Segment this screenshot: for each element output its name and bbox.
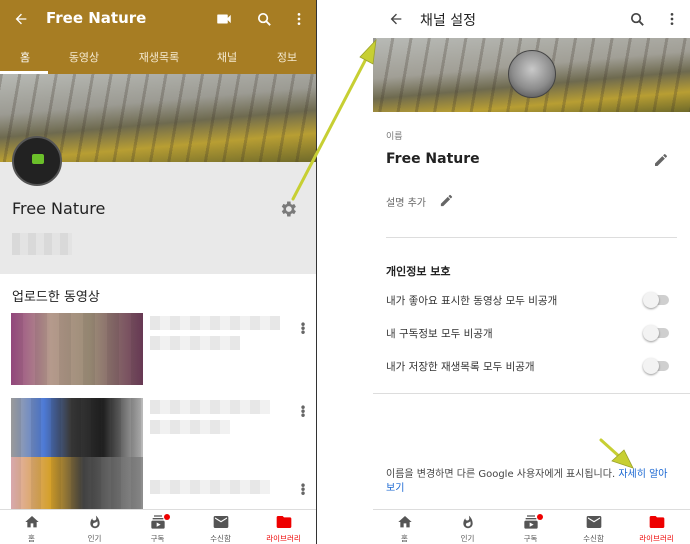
- privacy-heading: 개인정보 보호: [386, 265, 451, 278]
- edit-name-pencil-icon[interactable]: [649, 148, 673, 172]
- fire-icon: [436, 513, 499, 531]
- home-icon: [0, 513, 63, 531]
- new-content-badge: [537, 514, 543, 520]
- section-divider: [386, 237, 677, 238]
- blurred-video-title: [150, 316, 280, 330]
- tab-about[interactable]: 정보: [270, 49, 304, 65]
- nav-inbox[interactable]: 수신함: [562, 513, 625, 544]
- blurred-video-title: [150, 480, 270, 494]
- name-change-notice: 이름을 변경하면 다른 Google 사용자에게 표시됩니다. 자세히 알아보기: [386, 469, 668, 494]
- settings-app-bar: 채널 설정: [373, 0, 690, 38]
- video-menu-icon[interactable]: • • •: [298, 402, 308, 422]
- channel-avatar[interactable]: [508, 50, 556, 98]
- section-title: 업로드한 동영상: [12, 290, 100, 305]
- description-label[interactable]: 설명 추가: [386, 194, 426, 209]
- fire-icon: [63, 513, 126, 531]
- nav-trending[interactable]: 인기: [436, 513, 499, 544]
- left-screen: Free Nature 홈 동영상 재생목록 채널 정보 Free Nature…: [0, 0, 317, 544]
- privacy-row-liked-videos: 내가 좋아요 표시한 동영상 모두 비공개: [386, 295, 558, 307]
- subscriptions-icon: [499, 513, 562, 531]
- folder-icon: [252, 513, 315, 531]
- gear-icon[interactable]: [276, 197, 300, 221]
- nav-library[interactable]: 라이브러리: [252, 513, 315, 544]
- search-icon[interactable]: [625, 7, 649, 31]
- video-menu-icon[interactable]: • • •: [298, 480, 308, 500]
- video-camera-icon[interactable]: [212, 7, 236, 31]
- tab-home[interactable]: 홈: [10, 49, 40, 65]
- blurred-video-meta: [150, 420, 230, 434]
- channel-name: Free Nature: [12, 199, 106, 218]
- nav-home[interactable]: 홈: [373, 513, 436, 544]
- privacy-row-saved-playlists: 내가 저장한 재생목록 모두 비공개: [386, 361, 535, 373]
- app-bar: Free Nature 홈 동영상 재생목록 채널 정보: [0, 0, 316, 74]
- search-icon[interactable]: [252, 7, 276, 31]
- name-label: 이름: [386, 132, 403, 142]
- more-vert-icon[interactable]: [660, 7, 684, 31]
- section-divider: [373, 393, 690, 394]
- back-arrow-icon[interactable]: [384, 7, 408, 31]
- toggle-liked-videos[interactable]: [643, 292, 669, 308]
- edit-description-pencil-icon[interactable]: [434, 188, 458, 212]
- home-icon: [373, 513, 436, 531]
- tab-playlists[interactable]: 재생목록: [132, 49, 186, 65]
- privacy-row-subscriptions: 내 구독정보 모두 비공개: [386, 328, 493, 340]
- back-arrow-icon[interactable]: [9, 7, 33, 31]
- blurred-video-meta: [150, 336, 240, 350]
- more-vert-icon[interactable]: [287, 7, 311, 31]
- name-value: Free Nature: [386, 151, 480, 167]
- mail-icon: [562, 513, 625, 531]
- new-content-badge: [164, 514, 170, 520]
- video-thumbnail[interactable]: [11, 313, 143, 385]
- bottom-navigation: 홈 인기 구독 수신함 라이브러리: [0, 509, 316, 544]
- screenshot-gap: [317, 0, 373, 544]
- nav-inbox[interactable]: 수신함: [189, 513, 252, 544]
- toggle-subscriptions[interactable]: [643, 325, 669, 341]
- video-thumbnail[interactable]: [11, 457, 143, 509]
- channel-tabs: 홈 동영상 재생목록 채널 정보: [0, 38, 316, 74]
- tab-videos[interactable]: 동영상: [62, 49, 106, 65]
- nav-subscriptions[interactable]: 구독: [499, 513, 562, 544]
- bottom-navigation: 홈 인기 구독 수신함 라이브러리: [373, 509, 690, 544]
- nav-subscriptions[interactable]: 구독: [126, 513, 189, 544]
- video-menu-icon[interactable]: • • •: [298, 319, 308, 339]
- nav-home[interactable]: 홈: [0, 513, 63, 544]
- blurred-video-title: [150, 400, 270, 414]
- blurred-subscriber-count: [12, 233, 72, 255]
- page-title: 채널 설정: [420, 13, 476, 29]
- tab-channels[interactable]: 채널: [210, 49, 244, 65]
- nav-library[interactable]: 라이브러리: [625, 513, 688, 544]
- folder-icon: [625, 513, 688, 531]
- toggle-saved-playlists[interactable]: [643, 358, 669, 374]
- mail-icon: [189, 513, 252, 531]
- right-screen: 채널 설정 이름 Free Nature 설명 추가 개인정보 보호 내가 좋아…: [373, 0, 690, 544]
- subscriptions-icon: [126, 513, 189, 531]
- channel-avatar[interactable]: [12, 136, 62, 186]
- nav-trending[interactable]: 인기: [63, 513, 126, 544]
- channel-title: Free Nature: [46, 9, 147, 27]
